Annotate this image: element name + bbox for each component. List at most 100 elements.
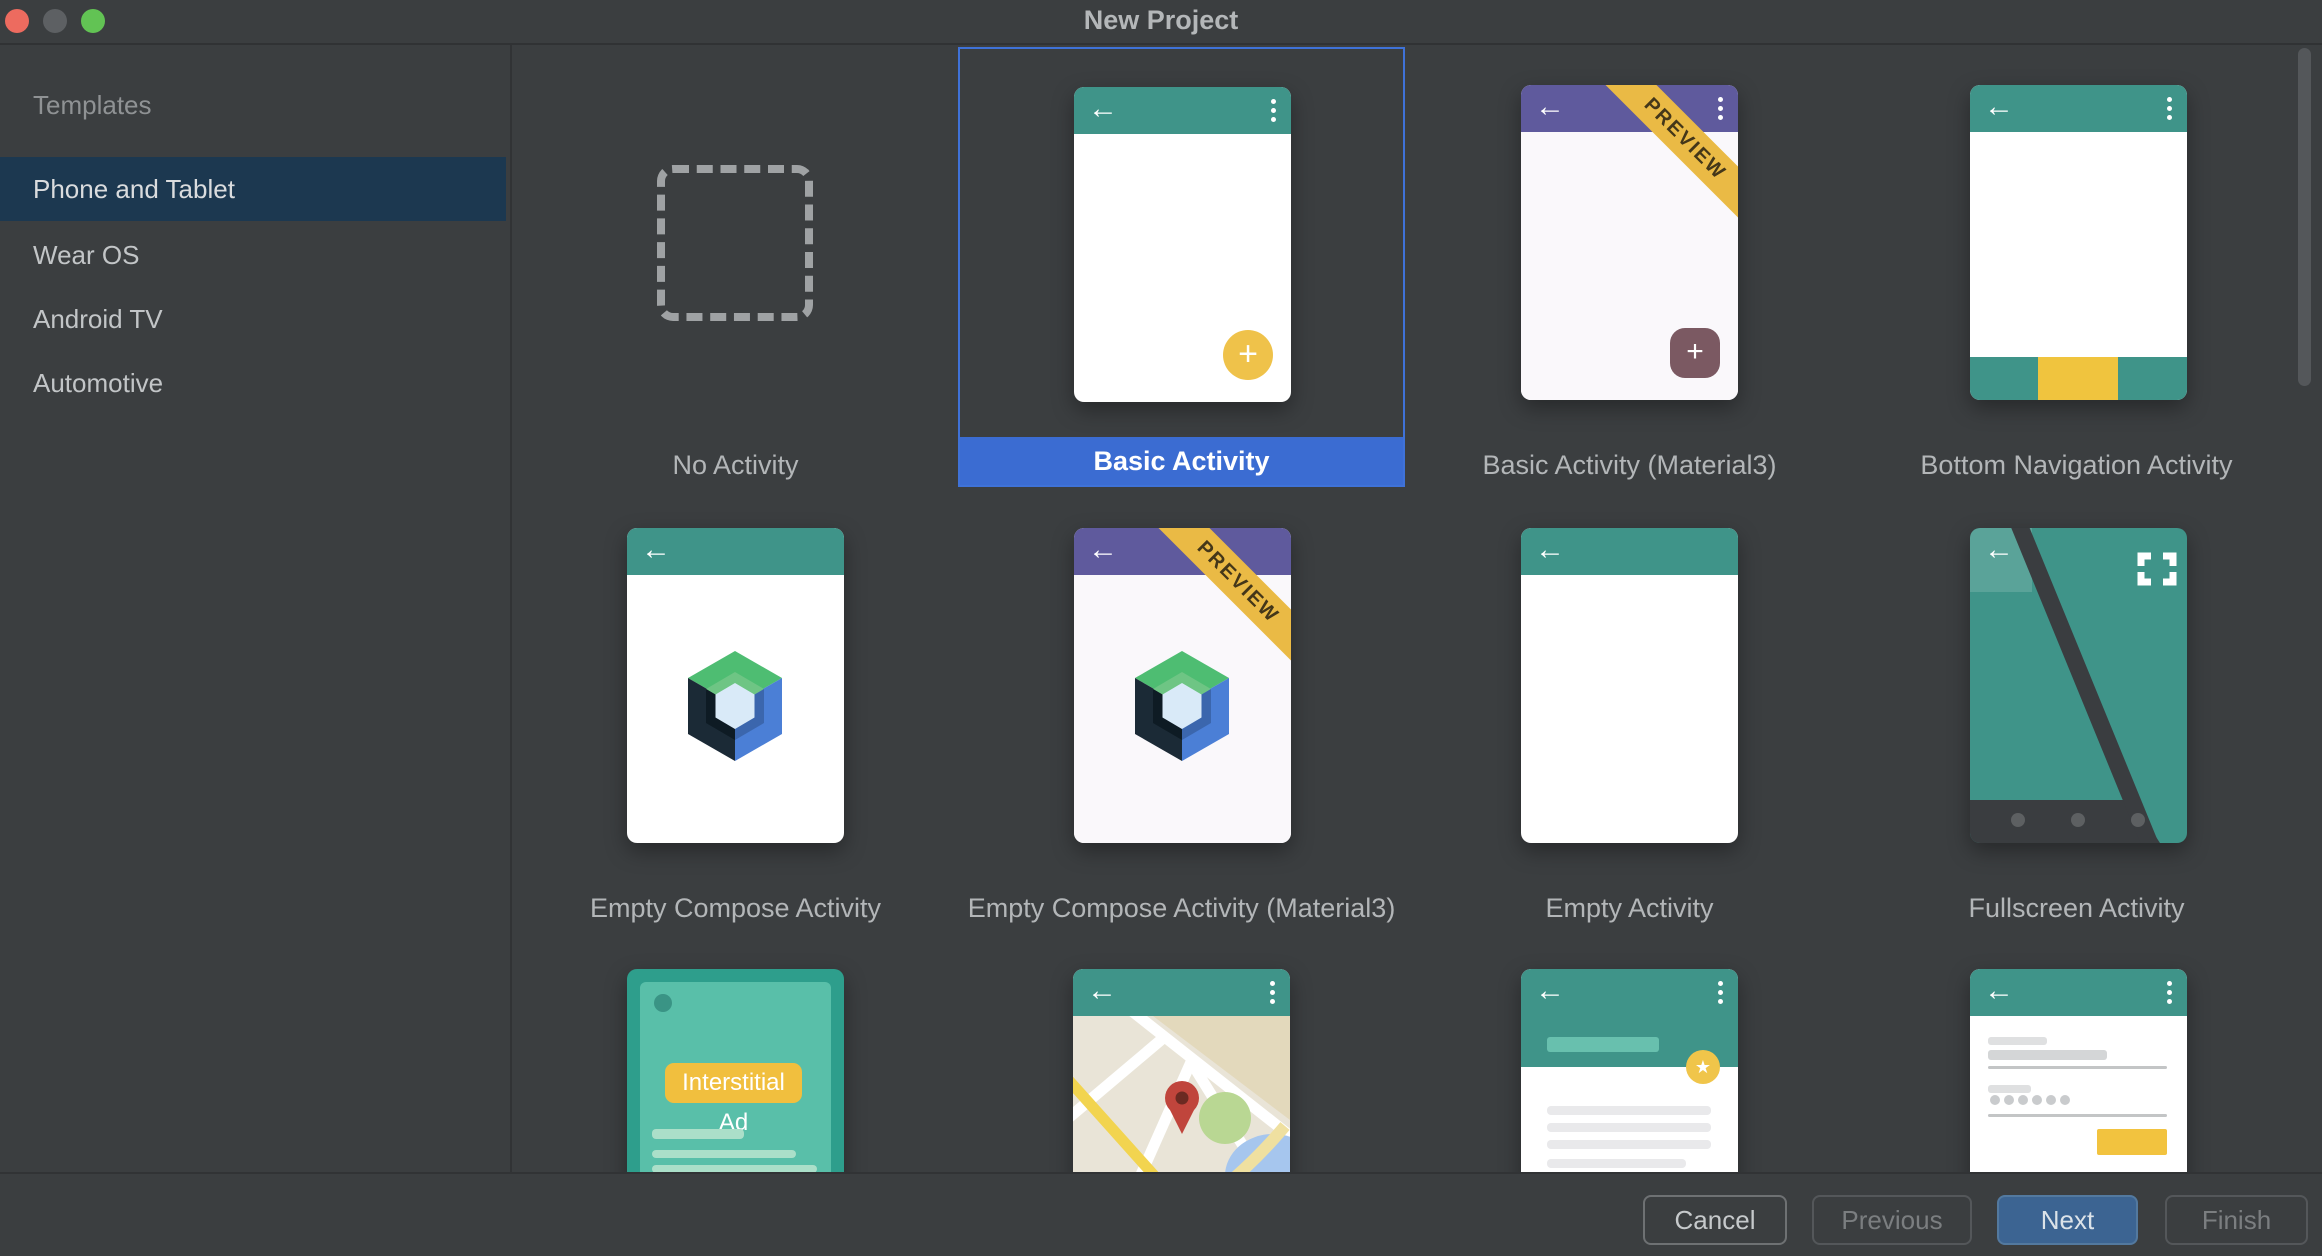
field-underline bbox=[1988, 1114, 2167, 1117]
field-value-placeholder bbox=[1988, 1050, 2107, 1060]
placeholder-line bbox=[1547, 1140, 1711, 1149]
appbar: ← bbox=[1521, 528, 1738, 575]
back-arrow-icon: ← bbox=[1535, 974, 1565, 1008]
fullscreen-icon bbox=[2141, 556, 2173, 582]
appbar: ← bbox=[1521, 969, 1738, 1016]
template-label: Fullscreen Activity bbox=[1853, 888, 2300, 928]
template-label: Empty Compose Activity bbox=[512, 888, 959, 928]
sidebar-item-label: Wear OS bbox=[33, 240, 139, 270]
placeholder-line bbox=[652, 1150, 796, 1158]
appbar: ← bbox=[1970, 969, 2187, 1016]
title-placeholder-line bbox=[1547, 1037, 1659, 1052]
fab-add-icon: + bbox=[1223, 330, 1273, 380]
fullscreen-thumbnail: ← bbox=[1970, 528, 2187, 843]
back-arrow-icon: ← bbox=[1535, 90, 1565, 124]
field-label-placeholder bbox=[1988, 1085, 2031, 1093]
kebab-menu-icon bbox=[2167, 97, 2172, 124]
template-card-empty-activity[interactable]: ← Empty Activity bbox=[1406, 488, 1853, 930]
template-card-empty-compose-activity[interactable]: ← Empty Compose Activity bbox=[512, 488, 959, 930]
camera-dot bbox=[654, 994, 672, 1012]
dialog-footer: Cancel Previous Next Finish bbox=[0, 1172, 2322, 1256]
ads-thumbnail: Interstitial Ad bbox=[627, 969, 844, 1172]
basic-activity-material3-thumbnail: ← + PREVIEW bbox=[1521, 85, 1738, 400]
back-arrow-icon: ← bbox=[1087, 974, 1117, 1008]
appbar: ← bbox=[1074, 87, 1291, 134]
template-card-scrolling[interactable]: ← ★ bbox=[1406, 929, 1853, 1172]
password-dots bbox=[1990, 1095, 2070, 1105]
bottom-nav-bar bbox=[1970, 357, 2187, 400]
sidebar-item-android-tv[interactable]: Android TV bbox=[0, 287, 506, 351]
sidebar-item-label: Phone and Tablet bbox=[33, 174, 235, 204]
window-title: New Project bbox=[0, 0, 2322, 43]
template-card-no-activity[interactable]: No Activity bbox=[512, 45, 959, 487]
maps-thumbnail: ← bbox=[1073, 969, 1290, 1172]
jetpack-compose-logo-icon bbox=[1132, 651, 1232, 761]
selected-template-label: Basic Activity bbox=[960, 437, 1403, 485]
template-label: Bottom Navigation Activity bbox=[1853, 445, 2300, 485]
sidebar-item-label: Automotive bbox=[33, 368, 163, 398]
sidebar-item-label: Android TV bbox=[33, 304, 163, 334]
back-arrow-icon: ← bbox=[1088, 92, 1118, 126]
placeholder-line bbox=[1547, 1159, 1686, 1168]
template-card-fullscreen-activity[interactable]: ← Fullscreen Activity bbox=[1853, 488, 2300, 930]
kebab-menu-icon bbox=[1718, 981, 1723, 1008]
basic-activity-thumbnail: ← + bbox=[1074, 87, 1291, 402]
kebab-menu-icon bbox=[1270, 981, 1275, 1008]
placeholder-line bbox=[652, 1129, 744, 1139]
back-arrow-icon: ← bbox=[1088, 533, 1118, 567]
placeholder-line bbox=[1547, 1106, 1711, 1115]
sidebar-item-automotive[interactable]: Automotive bbox=[0, 351, 506, 415]
cancel-button[interactable]: Cancel bbox=[1643, 1195, 1787, 1245]
field-label-placeholder bbox=[1988, 1037, 2047, 1045]
bottom-navigation-thumbnail: ← bbox=[1970, 85, 2187, 400]
back-arrow-icon: ← bbox=[1984, 974, 2014, 1008]
template-card-ads[interactable]: Interstitial Ad bbox=[512, 929, 959, 1172]
sidebar-heading: Templates bbox=[33, 90, 152, 121]
template-label: Empty Activity bbox=[1406, 888, 1853, 928]
sidebar-item-phone-and-tablet[interactable]: Phone and Tablet bbox=[0, 157, 506, 221]
template-card-basic-activity-material3[interactable]: ← + PREVIEW Basic Activity (Material3) bbox=[1406, 45, 1853, 487]
empty-compose-material3-thumbnail: ← PREVIEW bbox=[1074, 528, 1291, 843]
back-arrow-icon: ← bbox=[641, 533, 671, 567]
map-graphic bbox=[1073, 1016, 1290, 1172]
appbar: ← bbox=[1073, 969, 1290, 1016]
template-card-bottom-navigation-activity[interactable]: ← Bottom Navigation Activity bbox=[1853, 45, 2300, 487]
jetpack-compose-logo-icon bbox=[685, 651, 785, 761]
template-card-empty-compose-activity-material3[interactable]: ← PREVIEW Empty Compose Activity (Materi… bbox=[958, 488, 1405, 930]
scrolling-thumbnail: ← ★ bbox=[1521, 969, 1738, 1172]
login-thumbnail: ← bbox=[1970, 969, 2187, 1172]
back-arrow-icon: ← bbox=[1535, 533, 1565, 567]
finish-button[interactable]: Finish bbox=[2165, 1195, 2308, 1245]
interstitial-ad-button: Interstitial Ad bbox=[665, 1063, 802, 1103]
appbar: ← bbox=[1970, 85, 2187, 132]
previous-button[interactable]: Previous bbox=[1812, 1195, 1972, 1245]
titlebar: New Project bbox=[0, 0, 2322, 45]
template-card-maps[interactable]: ← bbox=[958, 929, 1405, 1172]
empty-activity-thumbnail: ← bbox=[1521, 528, 1738, 843]
fab-star-icon: ★ bbox=[1686, 1050, 1720, 1084]
screen-body: Interstitial Ad bbox=[640, 982, 831, 1172]
new-project-dialog: New Project Templates Phone and Tablet W… bbox=[0, 0, 2322, 1256]
sidebar-item-wear-os[interactable]: Wear OS bbox=[0, 223, 506, 287]
template-label: Basic Activity (Material3) bbox=[1406, 445, 1853, 485]
template-label: No Activity bbox=[512, 445, 959, 485]
field-underline bbox=[1988, 1066, 2167, 1069]
scrollbar-thumb[interactable] bbox=[2298, 48, 2311, 386]
sidebar: Templates Phone and Tablet Wear OS Andro… bbox=[0, 45, 510, 1172]
next-button[interactable]: Next bbox=[1997, 1195, 2138, 1245]
placeholder-line bbox=[1547, 1123, 1711, 1132]
fab-add-icon: + bbox=[1670, 328, 1720, 378]
template-card-login[interactable]: ← bbox=[1853, 929, 2300, 1172]
template-label: Empty Compose Activity (Material3) bbox=[958, 888, 1405, 928]
no-activity-placeholder-icon bbox=[657, 165, 813, 321]
template-card-basic-activity[interactable]: ← + Basic Activity bbox=[958, 47, 1405, 487]
submit-button-placeholder bbox=[2097, 1129, 2167, 1155]
kebab-menu-icon bbox=[2167, 981, 2172, 1008]
template-grid: No Activity ← + Basic Activity ← + PREVI bbox=[512, 45, 2322, 1172]
back-arrow-icon: ← bbox=[1984, 90, 2014, 124]
placeholder-line bbox=[652, 1165, 817, 1172]
empty-compose-thumbnail: ← bbox=[627, 528, 844, 843]
kebab-menu-icon bbox=[1718, 97, 1723, 124]
appbar: ← bbox=[627, 528, 844, 575]
back-arrow-icon: ← bbox=[1984, 533, 2014, 567]
